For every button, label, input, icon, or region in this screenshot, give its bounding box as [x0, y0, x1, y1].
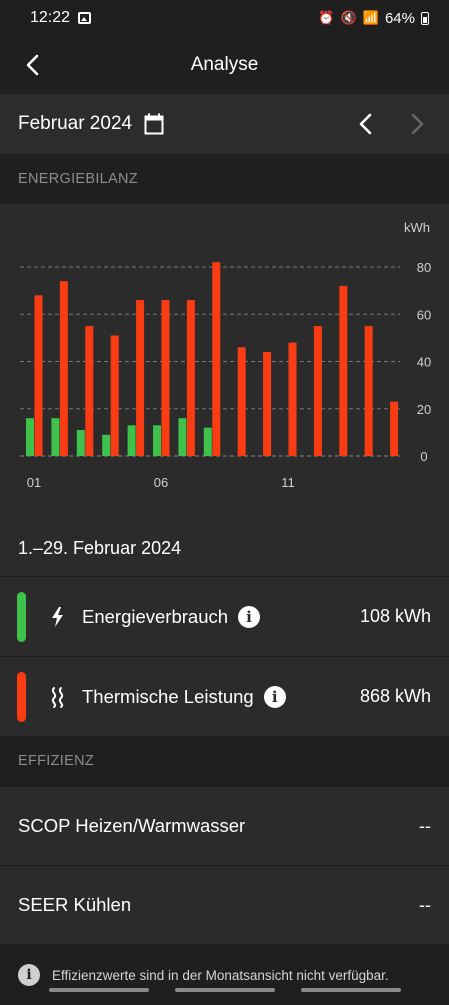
efficiency-note: i Effizienzwerte sind in der Monatsansic… [0, 944, 449, 1005]
thermal-bar[interactable] [339, 285, 348, 456]
scop-label: SCOP Heizen/Warmwasser [18, 815, 246, 836]
energy-consumption-row: Energieverbrauch i 108 kWh [0, 576, 449, 656]
section-energy-balance: ENERGIEBILANZ [18, 171, 138, 187]
thermal-bar[interactable] [263, 352, 272, 456]
energy-label: Energieverbrauch [82, 605, 229, 627]
energy-color-marker [17, 591, 26, 642]
note-text: Effizienzwerte sind in der Monatsansicht… [52, 967, 389, 983]
thermal-bar[interactable] [59, 281, 68, 456]
heat-waves-icon [51, 686, 64, 708]
calendar-icon[interactable] [144, 113, 164, 135]
energy-chart: kWh 0 20 40 60 80 01 06 11 [0, 204, 449, 520]
thermal-bar[interactable] [136, 300, 145, 456]
energy-value: 108 kWh [359, 606, 431, 626]
energy-bar[interactable] [51, 418, 60, 456]
energy-bar[interactable] [203, 427, 212, 456]
chevron-left-icon[interactable] [22, 52, 44, 78]
thermal-value: 868 kWh [359, 686, 431, 706]
section-efficiency: EFFIZIENZ [18, 753, 94, 769]
image-icon [78, 12, 92, 24]
energy-bar[interactable] [153, 425, 161, 456]
thermal-bar[interactable] [186, 300, 195, 456]
x-tick-label: 06 [154, 475, 168, 490]
thermal-bar[interactable] [161, 300, 170, 456]
battery-percent: 64% [384, 9, 415, 27]
y-tick-label: 40 [417, 355, 431, 370]
nav-handle[interactable] [174, 988, 275, 992]
seer-row: SEER Kühlen -- [0, 865, 449, 944]
system-nav-bar [0, 988, 449, 992]
thermal-bar[interactable] [313, 326, 322, 456]
battery-icon [421, 11, 429, 25]
alarm-icon: ⏰ [318, 10, 335, 25]
thermal-bar[interactable] [212, 262, 221, 456]
y-tick-label: 20 [417, 402, 431, 417]
y-tick-label: 60 [417, 307, 431, 322]
thermal-bar[interactable] [390, 401, 399, 456]
app-bar: Analyse [0, 36, 449, 94]
y-tick-label: 80 [417, 260, 431, 275]
wifi-icon: 📶 [362, 10, 379, 25]
month-label[interactable]: Februar 2024 [18, 113, 132, 135]
period-label: 1.–29. Februar 2024 [0, 520, 449, 576]
energy-bar[interactable] [26, 418, 34, 456]
info-icon: i [18, 964, 40, 986]
info-icon[interactable]: i [238, 605, 261, 628]
thermal-bar[interactable] [237, 347, 246, 456]
energy-bar[interactable] [102, 434, 111, 456]
mute-icon: 🔇 [340, 10, 357, 25]
lightning-icon [52, 606, 63, 627]
thermal-label: Thermische Leistung [82, 685, 254, 707]
thermal-bar[interactable] [288, 342, 297, 456]
seer-label: SEER Kühlen [18, 894, 132, 915]
scop-row: SCOP Heizen/Warmwasser -- [0, 786, 449, 865]
page-title: Analyse [190, 54, 259, 75]
next-month-button[interactable] [406, 111, 428, 137]
energy-bar[interactable] [178, 418, 187, 456]
previous-month-button[interactable] [355, 111, 377, 137]
nav-handle[interactable] [300, 988, 401, 992]
seer-value: -- [419, 894, 431, 915]
chart-unit-label: kWh [404, 220, 430, 235]
thermal-bar[interactable] [85, 326, 94, 456]
thermal-bar[interactable] [34, 295, 43, 456]
info-icon[interactable]: i [263, 685, 286, 708]
month-selector: Februar 2024 [0, 94, 449, 154]
clock: 12:22 [30, 9, 71, 26]
thermal-bar[interactable] [364, 326, 373, 456]
status-bar: 12:22 ⏰ 🔇 📶 64% [0, 0, 449, 36]
energy-chart-svg: kWh 0 20 40 60 80 01 06 11 [20, 220, 431, 490]
x-tick-label: 11 [281, 475, 295, 490]
thermal-color-marker [17, 671, 26, 722]
thermal-bar[interactable] [110, 335, 119, 456]
x-tick-label: 01 [27, 475, 41, 490]
energy-bar[interactable] [127, 425, 136, 456]
nav-handle[interactable] [48, 988, 149, 992]
energy-bar[interactable] [76, 430, 85, 456]
y-tick-label: 0 [420, 449, 427, 464]
thermal-output-row: Thermische Leistung i 868 kWh [0, 656, 449, 736]
scop-value: -- [419, 815, 431, 836]
